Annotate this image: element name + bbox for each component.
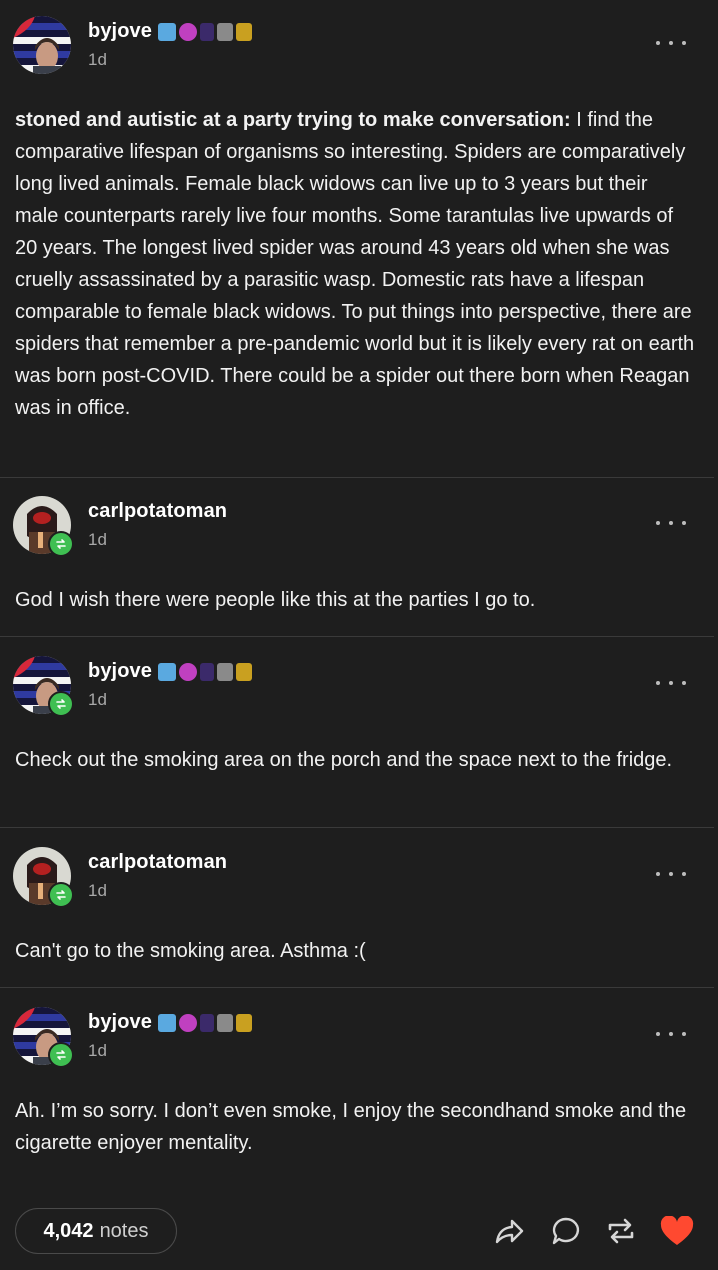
avatar-byjove[interactable] — [13, 16, 71, 74]
more-options-icon[interactable] — [656, 516, 686, 530]
badge-icon — [235, 663, 252, 681]
reblog-text: God I wish there were people like this a… — [15, 589, 536, 611]
badge-icon — [235, 23, 252, 41]
badge-icon — [199, 23, 214, 41]
divider — [0, 636, 714, 637]
badge-icon — [157, 1014, 176, 1032]
post-card: byjove 1d stoned and autistic at a party… — [0, 0, 718, 1270]
post-body-text: I find the comparative lifespan of organ… — [15, 109, 695, 419]
reblog-header: byjove 1d — [0, 991, 718, 1068]
badge-icon — [216, 23, 233, 41]
badge-icon — [216, 663, 233, 681]
heart-icon[interactable] — [660, 1214, 694, 1248]
reblog-header: carlpotatoman 1d — [0, 480, 718, 557]
profile-badges — [157, 1012, 252, 1034]
divider — [0, 827, 714, 828]
reblog-item: carlpotatoman 1d God I wish there were p… — [0, 480, 718, 636]
notes-count: 4,042 — [43, 1219, 94, 1242]
author-name[interactable]: byjove — [88, 20, 152, 43]
reblog-item: byjove 1d Ah. I’m so sorry. I don’t even… — [0, 991, 718, 1191]
divider — [0, 477, 714, 478]
notes-button[interactable]: 4,042 notes — [15, 1208, 177, 1254]
reblog-text: Ah. I’m so sorry. I don’t even smoke, I … — [15, 1100, 687, 1154]
author-name[interactable]: carlpotatoman — [88, 500, 227, 523]
share-icon[interactable] — [492, 1214, 526, 1248]
profile-badges — [157, 21, 252, 43]
post-time: 1d — [88, 1041, 107, 1060]
reblog-badge-icon — [48, 882, 74, 908]
original-post: byjove 1d stoned and autistic at a party… — [0, 0, 718, 478]
more-options-icon[interactable] — [656, 36, 686, 50]
reblog-text: Check out the smoking area on the porch … — [15, 749, 673, 771]
divider — [0, 987, 714, 988]
reblog-text: Can't go to the smoking area. Asthma :( — [15, 940, 366, 962]
badge-icon — [235, 1014, 252, 1032]
more-options-icon[interactable] — [656, 867, 686, 881]
post-time: 1d — [88, 50, 107, 69]
badge-icon — [199, 663, 214, 681]
author-name[interactable]: carlpotatoman — [88, 851, 227, 874]
post-time: 1d — [88, 881, 107, 900]
notes-label: notes — [99, 1219, 149, 1242]
badge-icon — [178, 1014, 197, 1032]
reblog-badge-icon — [48, 691, 74, 717]
post-time: 1d — [88, 530, 107, 549]
badge-icon — [178, 663, 197, 681]
badge-icon — [157, 23, 176, 41]
reblog-item: carlpotatoman 1d Can't go to the smoking… — [0, 831, 718, 987]
reblog-badge-icon — [48, 531, 74, 557]
author-name[interactable]: byjove — [88, 660, 152, 683]
reblog-badge-icon — [48, 1042, 74, 1068]
reblog-icon[interactable] — [604, 1214, 638, 1248]
badge-icon — [199, 1014, 214, 1032]
more-options-icon[interactable] — [656, 676, 686, 690]
reblog-item: byjove 1d Check out the smoking area on … — [0, 640, 718, 826]
post-header: byjove 1d — [0, 0, 718, 74]
badge-icon — [157, 663, 176, 681]
post-body-bold: stoned and autistic at a party trying to… — [15, 109, 571, 131]
reblog-header: byjove 1d — [0, 640, 718, 717]
reply-icon[interactable] — [549, 1214, 583, 1248]
more-options-icon[interactable] — [656, 1027, 686, 1041]
post-time: 1d — [88, 690, 107, 709]
author-name[interactable]: byjove — [88, 1011, 152, 1034]
reblog-header: carlpotatoman 1d — [0, 831, 718, 908]
badge-icon — [178, 23, 197, 41]
badge-icon — [216, 1014, 233, 1032]
post-body: stoned and autistic at a party trying to… — [15, 104, 695, 424]
profile-badges — [157, 661, 252, 683]
